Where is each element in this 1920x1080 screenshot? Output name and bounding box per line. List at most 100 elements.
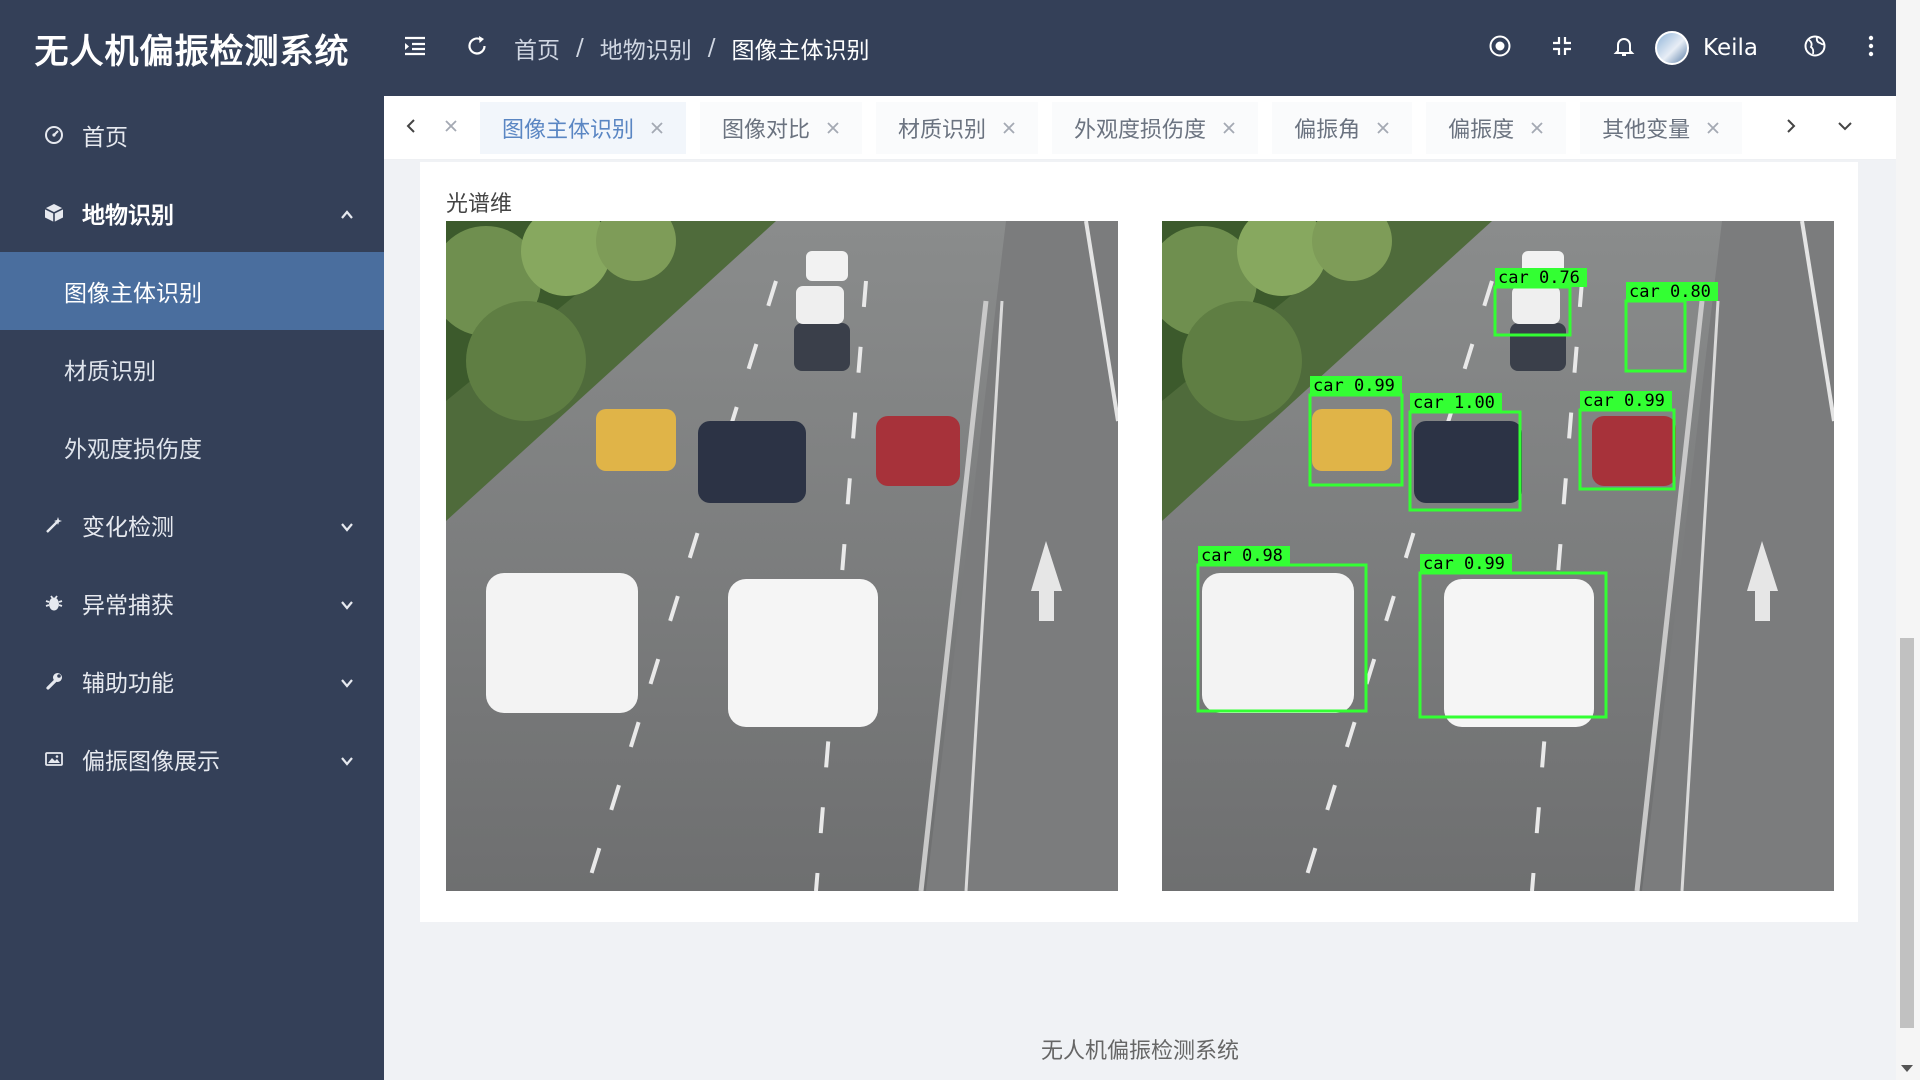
main-content: 光谱维 car 0.99 car 1.00 car 0.99 car 0.76 … bbox=[384, 160, 1896, 1080]
svg-text:car 0.76: car 0.76 bbox=[1498, 268, 1580, 288]
tabs-bar: 图像主体识别 图像对比 材质识别 外观度损伤度 偏振角 偏振度 其他变量 bbox=[384, 96, 1896, 160]
detection-class: car bbox=[1413, 393, 1444, 413]
detection-score: 0.80 bbox=[1670, 282, 1711, 302]
detection-score: 0.98 bbox=[1242, 546, 1283, 566]
breadcrumb-object-recognition[interactable]: 地物识别 bbox=[600, 31, 692, 65]
svg-text:car 0.80: car 0.80 bbox=[1629, 282, 1711, 302]
wrench-icon bbox=[42, 669, 66, 693]
tab-hidden-close[interactable] bbox=[438, 102, 480, 154]
globe-icon bbox=[1803, 34, 1827, 62]
sidebar-item-polarization-display[interactable]: 偏振图像展示 bbox=[0, 720, 384, 798]
breadcrumb-separator: / bbox=[576, 35, 584, 61]
more-vertical-icon bbox=[1867, 35, 1875, 61]
close-icon[interactable] bbox=[1706, 121, 1720, 135]
detection-score: 0.76 bbox=[1539, 268, 1580, 288]
detection-class: car bbox=[1201, 546, 1232, 566]
chevron-down-icon bbox=[338, 750, 356, 768]
tab-label: 材质识别 bbox=[898, 117, 987, 143]
app-logo: 无人机偏振检测系统 bbox=[34, 31, 350, 72]
close-icon bbox=[444, 118, 458, 137]
sidebar: 无人机偏振检测系统 首页 地物识别 图像主体识别 材质识别 外观度损伤度 变化检… bbox=[0, 0, 384, 1080]
close-icon[interactable] bbox=[650, 121, 664, 135]
tab-image-subject-recognition[interactable]: 图像主体识别 bbox=[480, 101, 687, 154]
sidebar-item-change-detection[interactable]: 变化检测 bbox=[0, 486, 384, 564]
tab-label: 图像对比 bbox=[722, 117, 811, 143]
tab-material-recognition[interactable]: 材质识别 bbox=[876, 101, 1039, 154]
tabs-scroll-right-button[interactable] bbox=[1764, 96, 1818, 160]
refresh-button[interactable] bbox=[446, 0, 508, 96]
chevron-down-icon bbox=[1837, 118, 1853, 137]
detection-result-image: car 0.99 car 1.00 car 0.99 car 0.76 car … bbox=[1162, 221, 1834, 891]
sidebar-item-object-recognition[interactable]: 地物识别 bbox=[0, 174, 384, 252]
sidebar-item-label: 异常捕获 bbox=[82, 593, 174, 619]
breadcrumb-separator: / bbox=[707, 35, 716, 61]
notifications-button[interactable] bbox=[1593, 0, 1655, 96]
breadcrumb-current: 图像主体识别 bbox=[731, 38, 870, 64]
chevron-right-icon bbox=[1784, 118, 1798, 138]
section-title: 光谱维 bbox=[446, 192, 513, 217]
detection-class: car bbox=[1583, 391, 1614, 411]
language-button[interactable] bbox=[1784, 0, 1846, 96]
tab-label: 偏振角 bbox=[1294, 117, 1361, 143]
record-icon bbox=[1488, 34, 1512, 62]
refresh-icon bbox=[465, 34, 489, 62]
top-navbar: 首页 / 地物识别 / 图像主体识别 Keila bbox=[384, 0, 1896, 96]
magic-wand-icon bbox=[42, 513, 66, 537]
tabs-scroll-left-button[interactable] bbox=[384, 96, 438, 160]
sidebar-item-anomaly-capture[interactable]: 异常捕获 bbox=[0, 564, 384, 642]
tab-polarization-degree[interactable]: 偏振度 bbox=[1426, 101, 1567, 154]
tab-other-variables[interactable]: 其他变量 bbox=[1580, 101, 1743, 154]
chevron-down-icon bbox=[338, 516, 356, 534]
tab-label: 其他变量 bbox=[1602, 117, 1691, 143]
bug-icon bbox=[42, 591, 66, 615]
tab-label: 偏振度 bbox=[1448, 117, 1515, 143]
sidebar-subitem-damage-degree[interactable]: 外观度损伤度 bbox=[0, 408, 384, 486]
detection-score: 0.99 bbox=[1354, 376, 1395, 396]
chevron-left-icon bbox=[404, 118, 418, 138]
sidebar-item-auxiliary[interactable]: 辅助功能 bbox=[0, 642, 384, 720]
close-icon[interactable] bbox=[1002, 121, 1016, 135]
scrollbar-thumb[interactable] bbox=[1900, 638, 1914, 1028]
detection-score: 0.99 bbox=[1464, 554, 1505, 574]
record-button[interactable] bbox=[1469, 0, 1531, 96]
close-icon[interactable] bbox=[1376, 121, 1390, 135]
chevron-down-icon bbox=[338, 594, 356, 612]
close-icon[interactable] bbox=[1222, 121, 1236, 135]
menu-toggle-button[interactable] bbox=[384, 0, 446, 96]
sidebar-item-label: 首页 bbox=[82, 125, 128, 151]
sidebar-subitem-image-subject-recognition[interactable]: 图像主体识别 bbox=[0, 252, 384, 330]
sidebar-subitem-material-recognition[interactable]: 材质识别 bbox=[0, 330, 384, 408]
menu-fold-icon bbox=[403, 35, 427, 61]
detection-class: car bbox=[1313, 376, 1344, 396]
page-scrollbar[interactable] bbox=[1896, 0, 1920, 1080]
tab-label: 图像主体识别 bbox=[502, 117, 635, 143]
detection-score: 1.00 bbox=[1454, 393, 1495, 413]
svg-text:car 0.99: car 0.99 bbox=[1313, 376, 1395, 396]
username[interactable]: Keila bbox=[1703, 35, 1758, 61]
scroll-down-arrow-icon[interactable] bbox=[1901, 1065, 1913, 1072]
tab-label: 外观度损伤度 bbox=[1074, 117, 1207, 143]
footer-text: 无人机偏振检测系统 bbox=[1040, 1039, 1239, 1064]
breadcrumb-home[interactable]: 首页 bbox=[514, 31, 560, 65]
close-icon[interactable] bbox=[1530, 121, 1544, 135]
sidebar-item-home[interactable]: 首页 bbox=[0, 96, 384, 174]
detection-class: car bbox=[1423, 554, 1454, 574]
svg-text:car 0.98: car 0.98 bbox=[1201, 546, 1283, 566]
tab-damage-degree[interactable]: 外观度损伤度 bbox=[1052, 101, 1259, 154]
svg-text:car 0.99: car 0.99 bbox=[1583, 391, 1665, 411]
breadcrumb: 首页 / 地物识别 / 图像主体识别 bbox=[514, 31, 870, 65]
detection-class: car bbox=[1629, 282, 1660, 302]
more-options-button[interactable] bbox=[1846, 0, 1896, 96]
cube-icon bbox=[42, 201, 66, 225]
tab-polarization-angle[interactable]: 偏振角 bbox=[1272, 101, 1413, 154]
fullscreen-button[interactable] bbox=[1531, 0, 1593, 96]
avatar[interactable] bbox=[1655, 31, 1690, 65]
bell-icon bbox=[1612, 34, 1636, 62]
detection-score: 0.99 bbox=[1624, 391, 1665, 411]
tabs-dropdown-button[interactable] bbox=[1818, 96, 1872, 160]
sidebar-item-label: 偏振图像展示 bbox=[82, 749, 220, 775]
sidebar-item-label: 辅助功能 bbox=[82, 671, 174, 697]
chevron-down-icon bbox=[338, 672, 356, 690]
tab-image-compare[interactable]: 图像对比 bbox=[700, 101, 863, 154]
close-icon[interactable] bbox=[826, 121, 840, 135]
